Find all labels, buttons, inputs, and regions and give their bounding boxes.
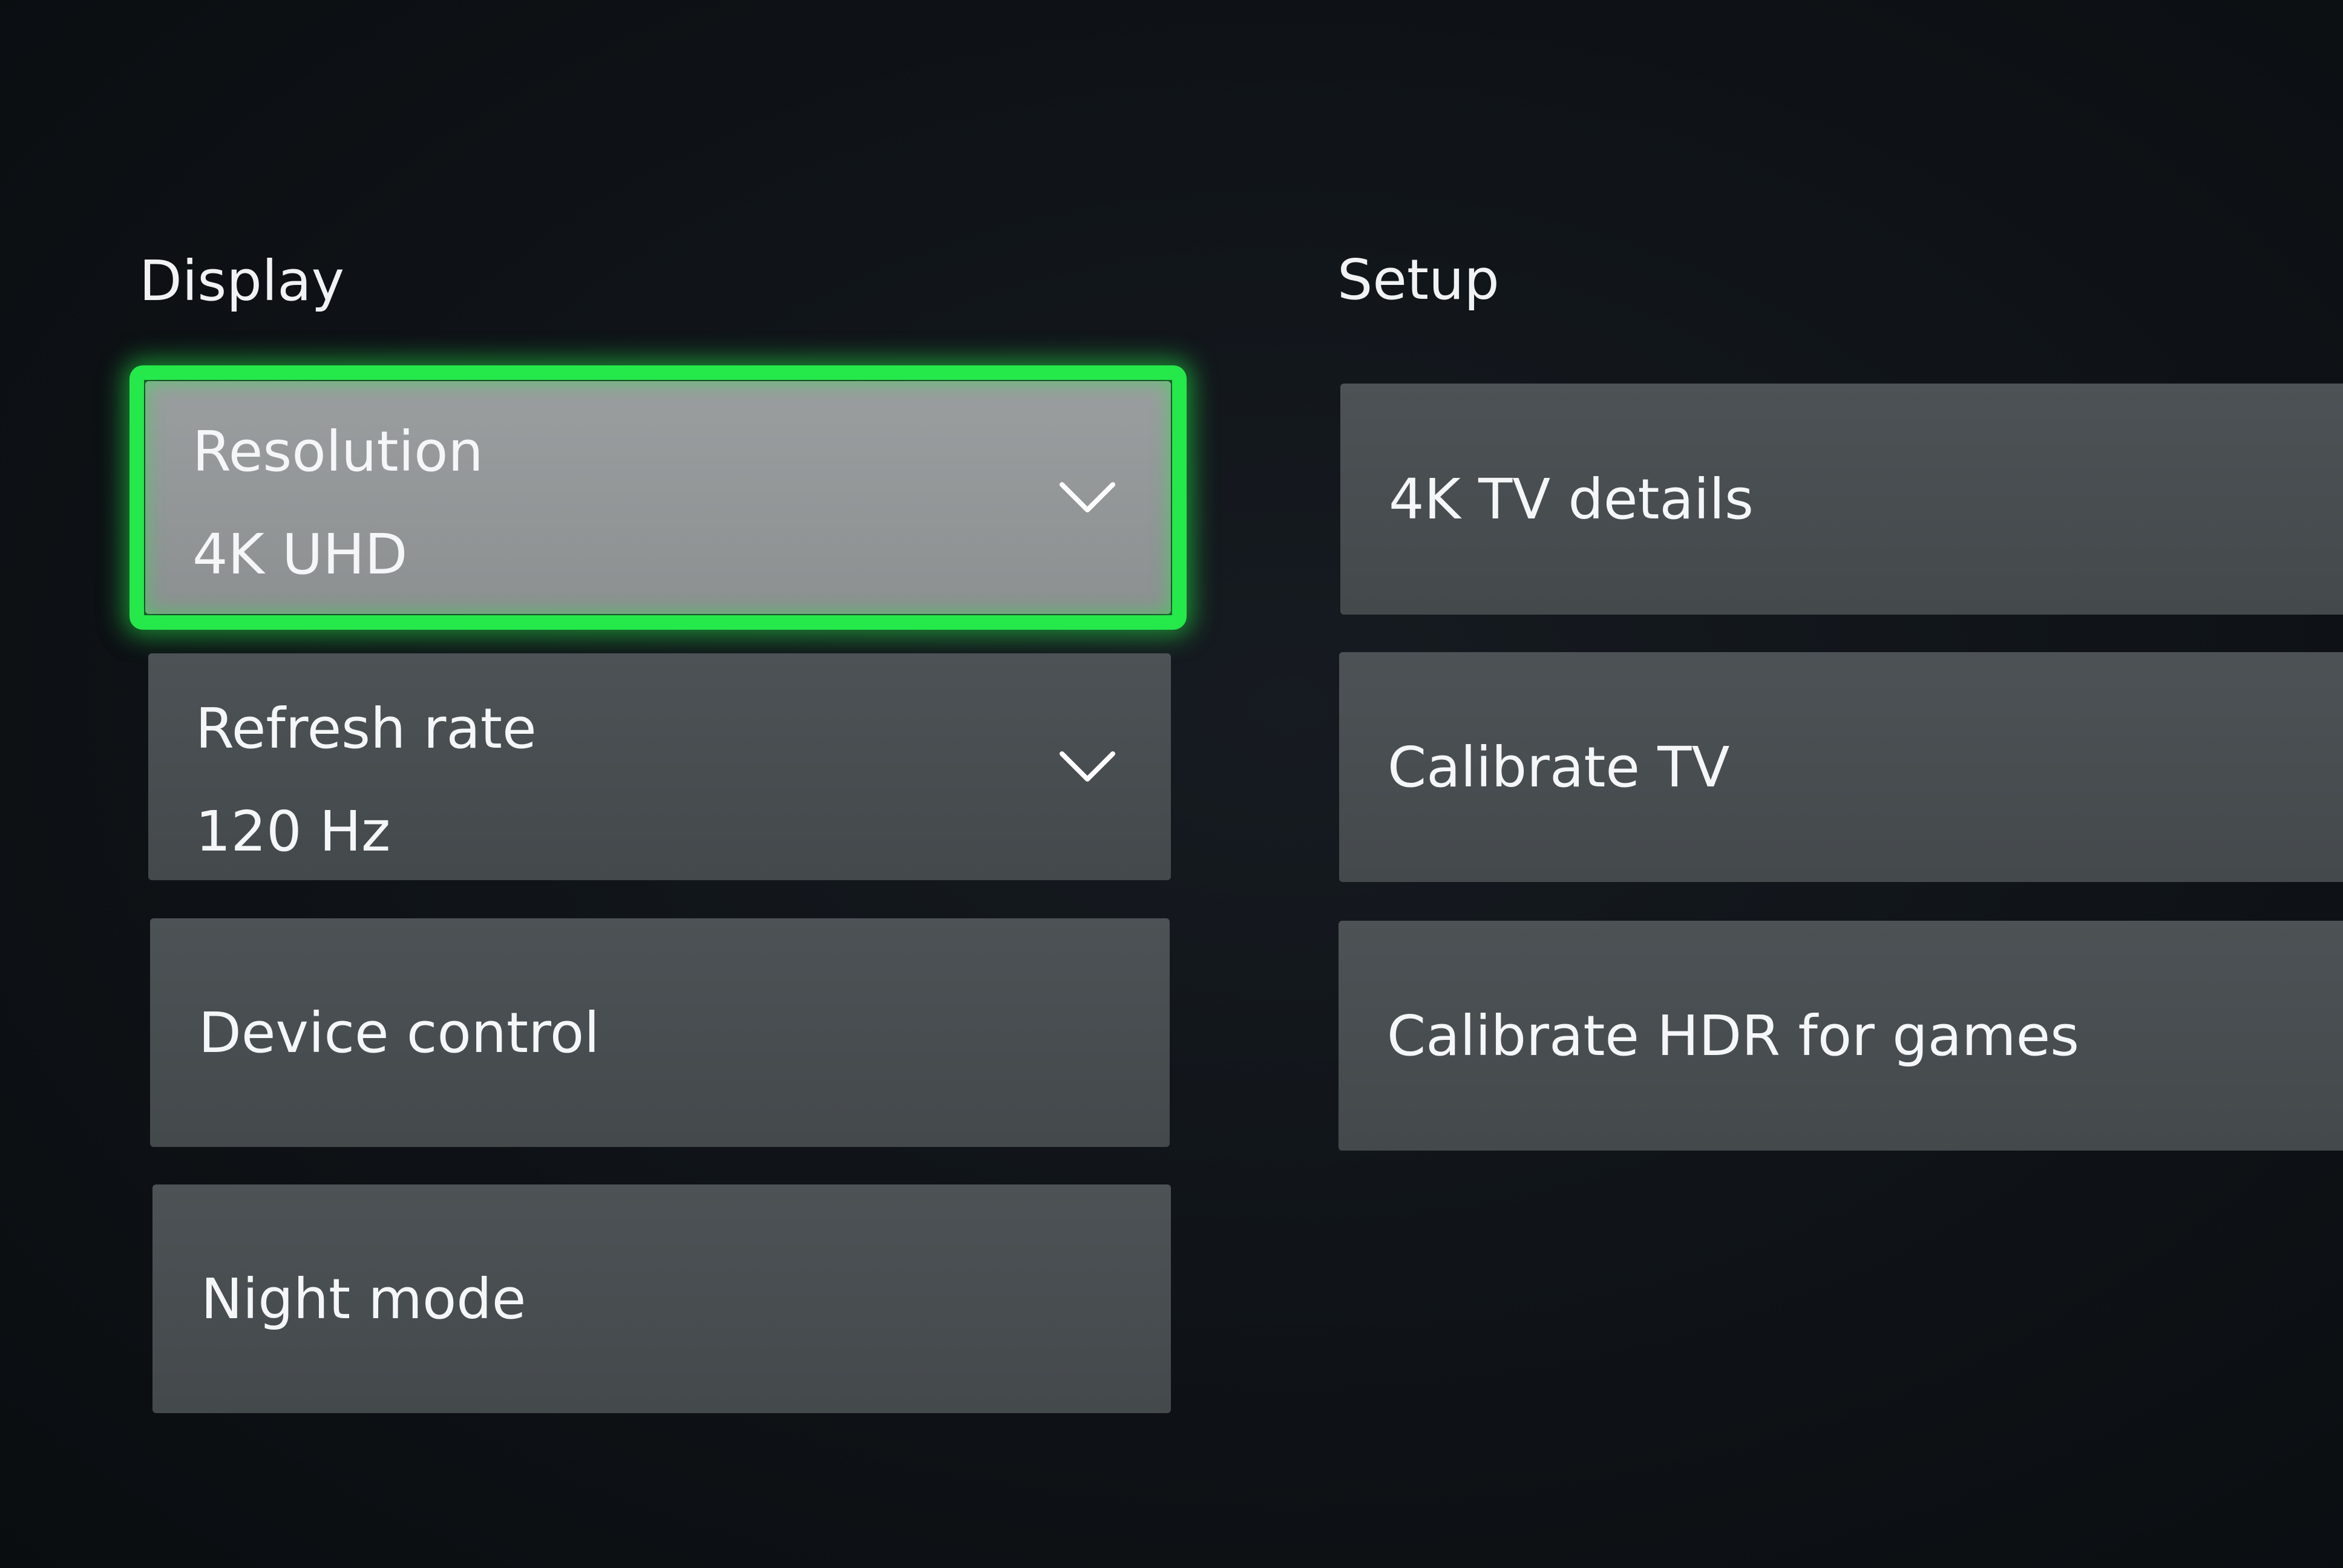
display-section-title: Display	[139, 249, 345, 313]
calibrate-hdr-label: Calibrate HDR for games	[1387, 1003, 2080, 1068]
resolution-label: Resolution	[192, 419, 483, 484]
tv-details-button[interactable]: 4K TV details	[1340, 384, 2343, 615]
refresh-rate-value: 120 Hz	[195, 799, 391, 864]
calibrate-hdr-button[interactable]: Calibrate HDR for games	[1339, 921, 2343, 1151]
calibrate-tv-button[interactable]: Calibrate TV	[1339, 652, 2343, 882]
calibrate-tv-label: Calibrate TV	[1388, 734, 1730, 800]
tv-details-label: 4K TV details	[1389, 466, 1754, 532]
refresh-rate-label: Refresh rate	[195, 696, 537, 761]
chevron-down-icon	[1060, 482, 1115, 512]
setup-section-title: Setup	[1337, 247, 1499, 312]
device-control-label: Device control	[198, 1000, 600, 1065]
resolution-value: 4K UHD	[192, 522, 408, 587]
night-mode-button[interactable]: Night mode	[152, 1184, 1171, 1413]
device-control-button[interactable]: Device control	[150, 918, 1170, 1147]
night-mode-label: Night mode	[201, 1266, 526, 1331]
chevron-down-icon	[1060, 751, 1115, 782]
refresh-rate-dropdown[interactable]: Refresh rate 120 Hz	[148, 653, 1171, 880]
resolution-dropdown[interactable]: Resolution 4K UHD	[145, 381, 1171, 614]
